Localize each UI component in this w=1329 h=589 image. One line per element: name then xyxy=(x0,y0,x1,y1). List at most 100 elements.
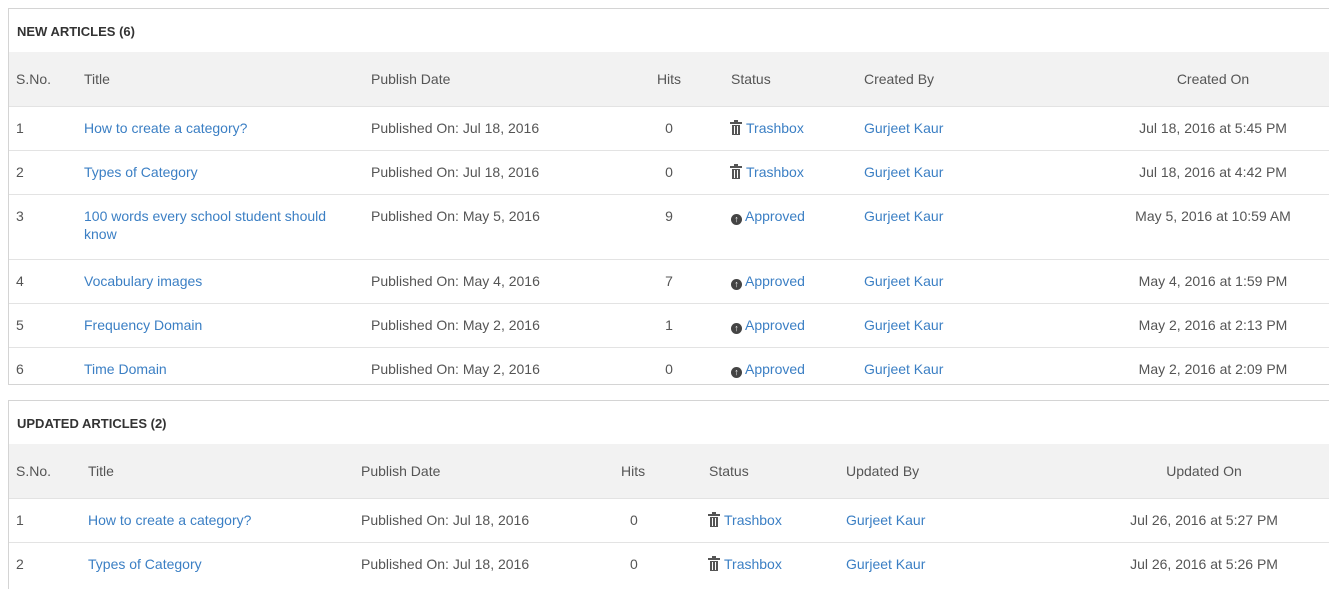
cell-publish-date: Published On: May 4, 2016 xyxy=(364,259,614,304)
updated-articles-panel: UPDATED ARTICLES (2) S.No. Title Publish… xyxy=(8,400,1329,589)
cell-status: Trashbox xyxy=(724,106,857,151)
cell-sno: 6 xyxy=(9,347,77,391)
cell-publish-date: Published On: Jul 18, 2016 xyxy=(364,150,614,195)
author-link[interactable]: Gurjeet Kaur xyxy=(864,273,943,289)
cell-title: How to create a category? xyxy=(77,106,364,151)
cell-status: Trashbox xyxy=(724,150,857,195)
new-articles-title: NEW ARTICLES (6) xyxy=(17,24,135,39)
cell-author: Gurjeet Kaur xyxy=(857,303,1097,348)
cell-status: ↑ Approved xyxy=(724,303,857,348)
cell-sno: 2 xyxy=(9,150,77,195)
table-header-row: S.No. Title Publish Date Hits Status Cre… xyxy=(9,52,1329,107)
cell-date: May 4, 2016 at 1:59 PM xyxy=(1097,259,1329,304)
col-header-updated-by[interactable]: Updated By xyxy=(839,444,1079,499)
table-row: 6 Time Domain Published On: May 2, 2016 0 ↑ A… xyxy=(9,347,1329,391)
article-title-link[interactable]: Frequency Domain xyxy=(84,317,202,333)
cell-hits: 7 xyxy=(614,259,724,304)
col-header-updated-on[interactable]: Updated On xyxy=(1079,444,1329,499)
table-row: 1 How to create a category? Published On: … xyxy=(9,498,1329,543)
arrow-up-circle-icon: ↑ xyxy=(731,279,742,290)
article-title-link[interactable]: How to create a category? xyxy=(84,120,247,136)
cell-hits: 9 xyxy=(614,194,724,260)
cell-author: Gurjeet Kaur xyxy=(839,498,1079,543)
cell-date: Jul 26, 2016 at 5:27 PM xyxy=(1079,498,1329,543)
updated-articles-table: S.No. Title Publish Date Hits Status Upd… xyxy=(9,444,1329,586)
cell-hits: 0 xyxy=(614,498,702,543)
col-header-publish-date[interactable]: Publish Date xyxy=(354,444,614,499)
status-link[interactable]: ↑ Approved xyxy=(731,361,805,378)
cell-title: 100 words every school student should kn… xyxy=(77,194,364,260)
table-row: 2 Types of Category Published On: Jul 18, … xyxy=(9,542,1329,586)
col-header-created-by[interactable]: Created By xyxy=(857,52,1097,107)
status-link[interactable]: ↑ Approved xyxy=(731,273,805,290)
cell-publish-date: Published On: May 2, 2016 xyxy=(364,303,614,348)
col-header-status[interactable]: Status xyxy=(724,52,857,107)
trash-icon xyxy=(730,164,742,179)
article-title-link[interactable]: Types of Category xyxy=(88,556,202,572)
status-link[interactable]: ↑ Approved xyxy=(731,208,805,225)
author-link[interactable]: Gurjeet Kaur xyxy=(864,164,943,180)
table-row: 3 100 words every school student should k… xyxy=(9,194,1329,260)
cell-title: Types of Category xyxy=(81,542,354,586)
status-link[interactable]: Trashbox xyxy=(708,556,782,572)
cell-sno: 2 xyxy=(9,542,81,586)
cell-date: May 2, 2016 at 2:13 PM xyxy=(1097,303,1329,348)
cell-hits: 1 xyxy=(614,303,724,348)
new-articles-panel: NEW ARTICLES (6) S.No. Title Publish Dat… xyxy=(8,8,1329,391)
table-row: 2 Types of Category Published On: Jul 18, … xyxy=(9,150,1329,195)
article-title-link[interactable]: How to create a category? xyxy=(88,512,251,528)
status-link[interactable]: Trashbox xyxy=(730,120,804,136)
cell-publish-date: Published On: Jul 18, 2016 xyxy=(354,498,614,543)
cell-date: May 5, 2016 at 10:59 AM xyxy=(1097,194,1329,260)
col-header-status[interactable]: Status xyxy=(702,444,839,499)
arrow-up-circle-icon: ↑ xyxy=(731,214,742,225)
cell-hits: 0 xyxy=(614,347,724,391)
col-header-publish-date[interactable]: Publish Date xyxy=(364,52,614,107)
col-header-hits[interactable]: Hits xyxy=(614,52,724,107)
author-link[interactable]: Gurjeet Kaur xyxy=(864,361,943,377)
cell-publish-date: Published On: May 5, 2016 xyxy=(364,194,614,260)
col-header-title[interactable]: Title xyxy=(81,444,354,499)
cell-status: ↑ Approved xyxy=(724,194,857,260)
cell-hits: 0 xyxy=(614,106,724,151)
article-title-link[interactable]: Types of Category xyxy=(84,164,198,180)
author-link[interactable]: Gurjeet Kaur xyxy=(864,120,943,136)
cell-author: Gurjeet Kaur xyxy=(857,106,1097,151)
author-link[interactable]: Gurjeet Kaur xyxy=(846,556,925,572)
updated-articles-title: UPDATED ARTICLES (2) xyxy=(17,416,167,431)
article-title-link[interactable]: 100 words every school student should kn… xyxy=(84,208,326,242)
arrow-up-circle-icon: ↑ xyxy=(731,367,742,378)
col-header-created-on[interactable]: Created On xyxy=(1097,52,1329,107)
cell-publish-date: Published On: May 2, 2016 xyxy=(364,347,614,391)
author-link[interactable]: Gurjeet Kaur xyxy=(864,317,943,333)
cell-status: ↑ Approved xyxy=(724,347,857,391)
cell-status: Trashbox xyxy=(702,542,839,586)
status-link[interactable]: Trashbox xyxy=(730,164,804,180)
col-header-sno: S.No. xyxy=(9,52,77,107)
article-title-link[interactable]: Vocabulary images xyxy=(84,273,202,289)
cell-date: May 2, 2016 at 2:09 PM xyxy=(1097,347,1329,391)
cell-title: How to create a category? xyxy=(81,498,354,543)
col-header-hits[interactable]: Hits xyxy=(614,444,702,499)
table-row: 1 How to create a category? Published On: … xyxy=(9,106,1329,151)
new-articles-table: S.No. Title Publish Date Hits Status Cre… xyxy=(9,52,1329,391)
cell-title: Time Domain xyxy=(77,347,364,391)
cell-author: Gurjeet Kaur xyxy=(857,150,1097,195)
cell-date: Jul 18, 2016 at 5:45 PM xyxy=(1097,106,1329,151)
table-row: 4 Vocabulary images Published On: May 4, 2… xyxy=(9,259,1329,304)
cell-hits: 0 xyxy=(614,542,702,586)
cell-publish-date: Published On: Jul 18, 2016 xyxy=(354,542,614,586)
cell-publish-date: Published On: Jul 18, 2016 xyxy=(364,106,614,151)
article-title-link[interactable]: Time Domain xyxy=(84,361,167,377)
status-link[interactable]: Trashbox xyxy=(708,512,782,528)
status-link[interactable]: ↑ Approved xyxy=(731,317,805,334)
author-link[interactable]: Gurjeet Kaur xyxy=(864,208,943,224)
cell-title: Frequency Domain xyxy=(77,303,364,348)
cell-sno: 5 xyxy=(9,303,77,348)
arrow-up-circle-icon: ↑ xyxy=(731,323,742,334)
col-header-sno: S.No. xyxy=(9,444,81,499)
table-header-row: S.No. Title Publish Date Hits Status Upd… xyxy=(9,444,1329,499)
cell-sno: 3 xyxy=(9,194,77,260)
col-header-title[interactable]: Title xyxy=(77,52,364,107)
author-link[interactable]: Gurjeet Kaur xyxy=(846,512,925,528)
